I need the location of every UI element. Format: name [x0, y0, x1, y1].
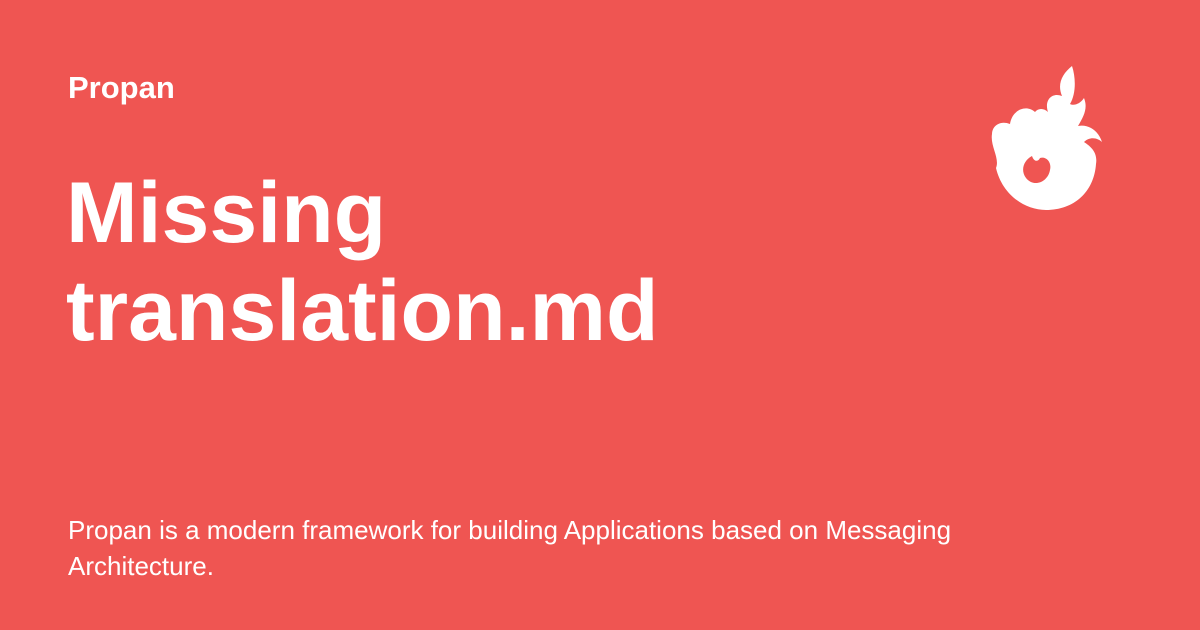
flame-icon: [991, 66, 1102, 210]
site-name: Propan: [68, 70, 175, 105]
page-title: Missing translation.md: [66, 165, 659, 359]
social-card: Propan Missing translation.md Propan is …: [0, 0, 1200, 630]
page-description: Propan is a modern framework for buildin…: [68, 515, 952, 581]
logo: [986, 64, 1102, 210]
